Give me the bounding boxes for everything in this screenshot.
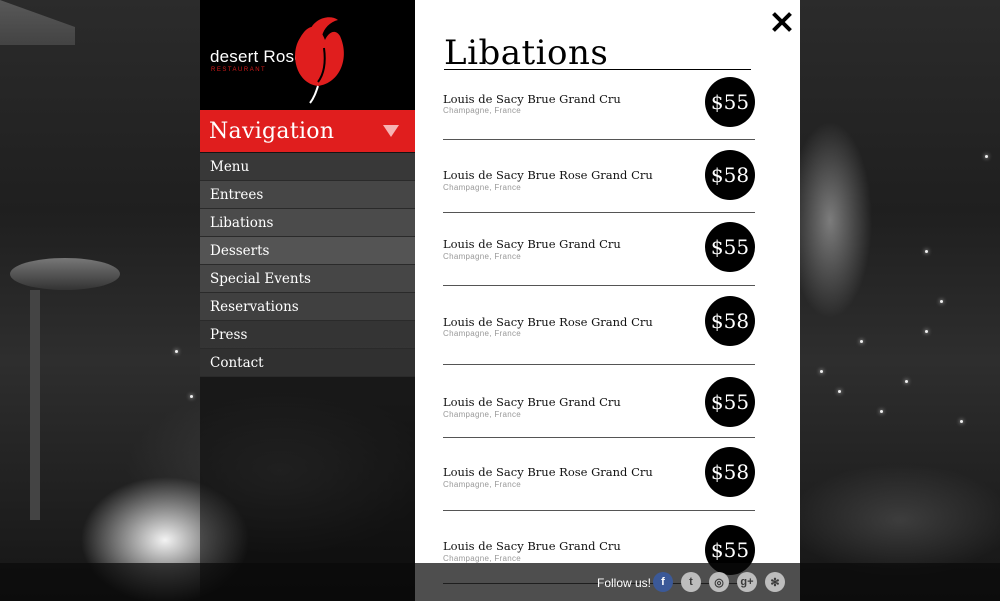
price-badge: $58 (705, 296, 755, 346)
logo-subtitle: RESTAURANT (211, 67, 267, 73)
item-name: Louis de Sacy Brue Grand Cru (443, 92, 621, 106)
page-title: Libations (444, 33, 609, 73)
price-badge: $58 (705, 150, 755, 200)
item-location: Champagne, France (443, 480, 522, 489)
close-icon[interactable] (770, 10, 794, 34)
list-item: Louis de Sacy Brue Grand Cru Champagne, … (443, 365, 755, 438)
libations-panel: Libations Louis de Sacy Brue Grand Cru C… (415, 0, 800, 601)
item-location: Champagne, France (443, 106, 522, 115)
nav-item-desserts[interactable]: Desserts (200, 237, 415, 265)
item-name: Louis de Sacy Brue Rose Grand Cru (443, 315, 653, 329)
navigation-title: Navigation (209, 118, 335, 144)
price-badge: $55 (705, 377, 755, 427)
item-location: Champagne, France (443, 252, 522, 261)
facebook-icon[interactable]: f (653, 572, 673, 592)
libations-list: Louis de Sacy Brue Grand Cru Champagne, … (443, 70, 755, 584)
price-badge: $55 (705, 77, 755, 127)
twitter-icon[interactable]: t (681, 572, 701, 592)
triangle-down-icon (383, 125, 399, 137)
list-item: Louis de Sacy Brue Rose Grand Cru Champa… (443, 438, 755, 511)
nav-item-contact[interactable]: Contact (200, 349, 415, 377)
patio-heater-pole (30, 290, 40, 520)
patio-heater (10, 258, 120, 290)
list-item: Louis de Sacy Brue Rose Grand Cru Champa… (443, 140, 755, 213)
nav-item-press[interactable]: Press (200, 321, 415, 349)
list-item: Louis de Sacy Brue Grand Cru Champagne, … (443, 213, 755, 286)
item-name: Louis de Sacy Brue Rose Grand Cru (443, 168, 653, 182)
yelp-icon[interactable]: ✻ (765, 572, 785, 592)
nav-item-libations[interactable]: Libations (200, 209, 415, 237)
item-location: Champagne, France (443, 554, 522, 563)
item-name: Louis de Sacy Brue Grand Cru (443, 395, 621, 409)
item-location: Champagne, France (443, 410, 522, 419)
navigation-toggle[interactable]: Navigation (200, 110, 415, 152)
rose-logo-icon (295, 17, 344, 104)
item-name: Louis de Sacy Brue Rose Grand Cru (443, 465, 653, 479)
footer-bar (0, 563, 1000, 601)
item-location: Champagne, France (443, 329, 522, 338)
list-item: Louis de Sacy Brue Rose Grand Cru Champa… (443, 286, 755, 365)
price-badge: $58 (705, 447, 755, 497)
instagram-icon[interactable]: ◎ (709, 572, 729, 592)
nav-item-menu[interactable]: Menu (200, 153, 415, 181)
follow-us-label: Follow us! (597, 576, 652, 590)
nav-item-reservations[interactable]: Reservations (200, 293, 415, 321)
item-name: Louis de Sacy Brue Grand Cru (443, 539, 621, 553)
price-badge: $55 (705, 222, 755, 272)
google-plus-icon[interactable]: g+ (737, 572, 757, 592)
nav-menu: Menu Entrees Libations Desserts Special … (200, 153, 415, 377)
item-location: Champagne, France (443, 183, 522, 192)
nav-item-entrees[interactable]: Entrees (200, 181, 415, 209)
list-item: Louis de Sacy Brue Grand Cru Champagne, … (443, 70, 755, 140)
item-name: Louis de Sacy Brue Grand Cru (443, 237, 621, 251)
nav-item-special-events[interactable]: Special Events (200, 265, 415, 293)
